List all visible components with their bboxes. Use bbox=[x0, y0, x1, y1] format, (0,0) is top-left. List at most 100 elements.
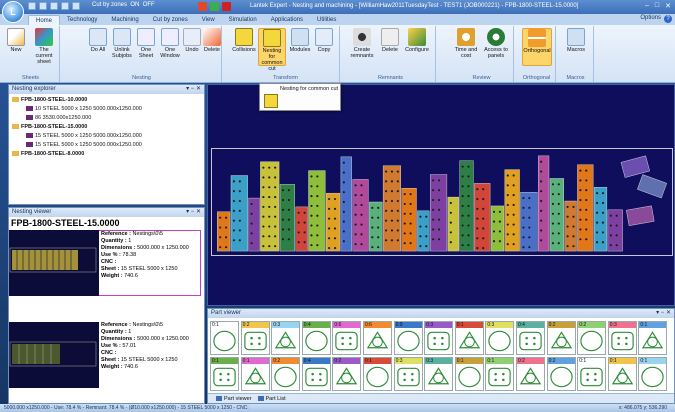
part-thumbnail[interactable]: 0:2 bbox=[546, 321, 576, 355]
part-thumbnail[interactable]: 0:2 bbox=[271, 357, 301, 391]
access-panels-button[interactable]: Access to panels bbox=[482, 28, 510, 59]
nested-part[interactable] bbox=[593, 187, 608, 252]
nesting-item[interactable]: Reference : Nestings\0\5 Quantity : 1 Di… bbox=[9, 230, 204, 296]
help-icon[interactable]: ? bbox=[664, 15, 672, 23]
panel-pin-icon[interactable]: ▾ − ✕ bbox=[186, 208, 201, 217]
delete-button[interactable]: Delete bbox=[200, 28, 224, 53]
tree-row-folder[interactable]: FPB-1800-STEEL-15.0000 bbox=[12, 123, 204, 132]
part-thumbnail[interactable]: 0:1 bbox=[363, 357, 392, 391]
nested-part[interactable] bbox=[279, 184, 295, 252]
collisions-button[interactable]: Collisions bbox=[232, 28, 256, 53]
tree-row-folder[interactable]: FPB-1800-STEEL-10.0000 bbox=[12, 96, 204, 105]
tab-applications[interactable]: Applications bbox=[264, 15, 310, 25]
nested-part[interactable] bbox=[626, 205, 655, 226]
application-menu-button[interactable]: L bbox=[2, 1, 24, 23]
nesting-canvas[interactable] bbox=[207, 84, 675, 306]
nested-part[interactable] bbox=[325, 192, 341, 252]
time-cost-button[interactable]: Time and cost bbox=[452, 28, 480, 59]
on-option[interactable]: ON bbox=[130, 2, 139, 8]
part-thumbnail[interactable]: 0:1 bbox=[210, 357, 239, 391]
nested-part[interactable] bbox=[564, 200, 577, 252]
tab-cut-by-zones[interactable]: Cut by zones bbox=[146, 15, 195, 25]
part-thumbnail[interactable]: 0:4 bbox=[301, 321, 331, 355]
one-sheet-button[interactable]: One Sheet bbox=[134, 28, 158, 59]
save-icon[interactable] bbox=[28, 2, 36, 10]
nesting-item[interactable]: Reference : Nestings\0\5 Quantity : 1 Di… bbox=[9, 322, 204, 388]
stop-icon[interactable] bbox=[222, 2, 231, 11]
part-thumbnail[interactable]: 0:1 bbox=[607, 357, 637, 391]
part-thumbnail[interactable]: 0:3 bbox=[485, 321, 515, 355]
nested-part[interactable] bbox=[637, 174, 667, 199]
tab-machining[interactable]: Machining bbox=[104, 15, 145, 25]
part-thumbnail[interactable]: 0:6 bbox=[332, 321, 362, 355]
nested-part[interactable] bbox=[549, 178, 564, 252]
nested-sheet[interactable] bbox=[211, 148, 673, 256]
part-thumbnail[interactable]: 0:2 bbox=[546, 357, 576, 391]
nested-part[interactable] bbox=[417, 210, 430, 252]
part-thumbnail[interactable]: 0:6 bbox=[363, 321, 392, 355]
tab-home[interactable]: Home bbox=[28, 15, 61, 25]
nested-part[interactable] bbox=[520, 191, 538, 252]
cut-by-zones-toggle[interactable]: Cut by zones ON OFF bbox=[92, 2, 155, 8]
tab-utilities[interactable]: Utilities bbox=[310, 15, 343, 25]
tab-part-viewer[interactable]: Part viewer bbox=[216, 394, 252, 403]
close-icon[interactable]: ✕ bbox=[665, 2, 671, 10]
tab-part-list[interactable]: Part List bbox=[257, 394, 286, 403]
part-thumbnail[interactable]: 0:3 bbox=[424, 357, 454, 391]
tree-row-plate[interactable]: 86 3530.000x1250.000 bbox=[12, 114, 204, 123]
create-remnants-button[interactable]: Create remnants bbox=[348, 28, 376, 59]
nested-part[interactable] bbox=[401, 188, 417, 252]
part-thumbnail[interactable]: 0:1 bbox=[240, 357, 270, 391]
undo-qat-icon[interactable] bbox=[61, 2, 69, 10]
part-thumbnail[interactable]: 0:3 bbox=[424, 321, 454, 355]
nested-part[interactable] bbox=[537, 155, 550, 252]
nested-part[interactable] bbox=[295, 206, 308, 252]
nested-part[interactable] bbox=[447, 196, 459, 252]
part-thumbnail[interactable]: 0:2 bbox=[332, 357, 362, 391]
part-thumbnail[interactable]: 0:1 bbox=[638, 321, 668, 355]
modules-button[interactable]: Modules bbox=[288, 28, 312, 53]
tab-technology[interactable]: Technology bbox=[60, 15, 104, 25]
configure-button[interactable]: Configure bbox=[402, 28, 432, 53]
part-thumbnail[interactable]: 0:2 bbox=[577, 321, 607, 355]
tree-row-plate[interactable]: 10 STEEL 5000 x 1250 5000.000x1250.000 bbox=[12, 105, 204, 114]
unlink-subjobs-button[interactable]: Unlink Subjobs bbox=[110, 28, 134, 59]
nested-part[interactable] bbox=[340, 156, 352, 252]
part-thumbnail[interactable]: 0:1 bbox=[454, 357, 484, 391]
nested-part[interactable] bbox=[504, 169, 520, 252]
tree-row-plate[interactable]: 15 STEEL 5000 x 1250 5000.000x1250.000 bbox=[12, 141, 204, 150]
redo-qat-icon[interactable] bbox=[72, 2, 80, 10]
part-thumbnail[interactable]: 0:3 bbox=[393, 357, 423, 391]
copy-button[interactable]: Copy bbox=[312, 28, 336, 53]
part-thumbnail[interactable]: 0:4 bbox=[516, 321, 545, 355]
print-icon[interactable] bbox=[50, 2, 58, 10]
minimize-icon[interactable]: – bbox=[645, 2, 649, 10]
common-cut-button[interactable]: Nesting for common cut bbox=[258, 28, 286, 72]
macros-button[interactable]: Macros bbox=[564, 28, 588, 53]
part-thumbnail[interactable]: 0:1 bbox=[638, 357, 668, 391]
part-thumbnail[interactable]: 0:1 bbox=[210, 321, 239, 355]
delete-remnant-button[interactable]: Delete bbox=[378, 28, 402, 53]
nested-part[interactable] bbox=[369, 201, 383, 252]
part-thumbnail[interactable]: 0:1 bbox=[485, 357, 515, 391]
panel-pin-icon[interactable]: ▾ − ✕ bbox=[656, 309, 671, 318]
nested-part[interactable] bbox=[248, 197, 260, 252]
part-thumbnail[interactable]: 0:3 bbox=[271, 321, 301, 355]
red-tool-icon[interactable] bbox=[198, 2, 207, 11]
panel-pin-icon[interactable]: ▾ − ✕ bbox=[186, 85, 201, 94]
options-menu[interactable]: Options bbox=[640, 15, 661, 21]
part-thumbnail[interactable]: 0:2 bbox=[240, 321, 270, 355]
nested-part[interactable] bbox=[308, 170, 326, 252]
tree-row-folder[interactable]: FPB-1800-STEEL-8.0000 bbox=[12, 150, 204, 159]
nested-part[interactable] bbox=[474, 183, 491, 252]
new-sheet-button[interactable]: New bbox=[4, 28, 28, 53]
orthogonal-button[interactable]: Orthogonal bbox=[522, 28, 552, 66]
part-thumbnail[interactable]: 0:2 bbox=[516, 357, 545, 391]
part-thumbnail[interactable]: 0:9 bbox=[393, 321, 423, 355]
nested-part[interactable] bbox=[620, 155, 650, 178]
do-all-button[interactable]: Do All bbox=[86, 28, 110, 53]
part-thumbnail[interactable]: 0:1 bbox=[454, 321, 484, 355]
nested-part[interactable] bbox=[382, 165, 401, 252]
nested-part[interactable] bbox=[577, 164, 594, 252]
part-thumbnail[interactable]: 0:3 bbox=[607, 321, 637, 355]
